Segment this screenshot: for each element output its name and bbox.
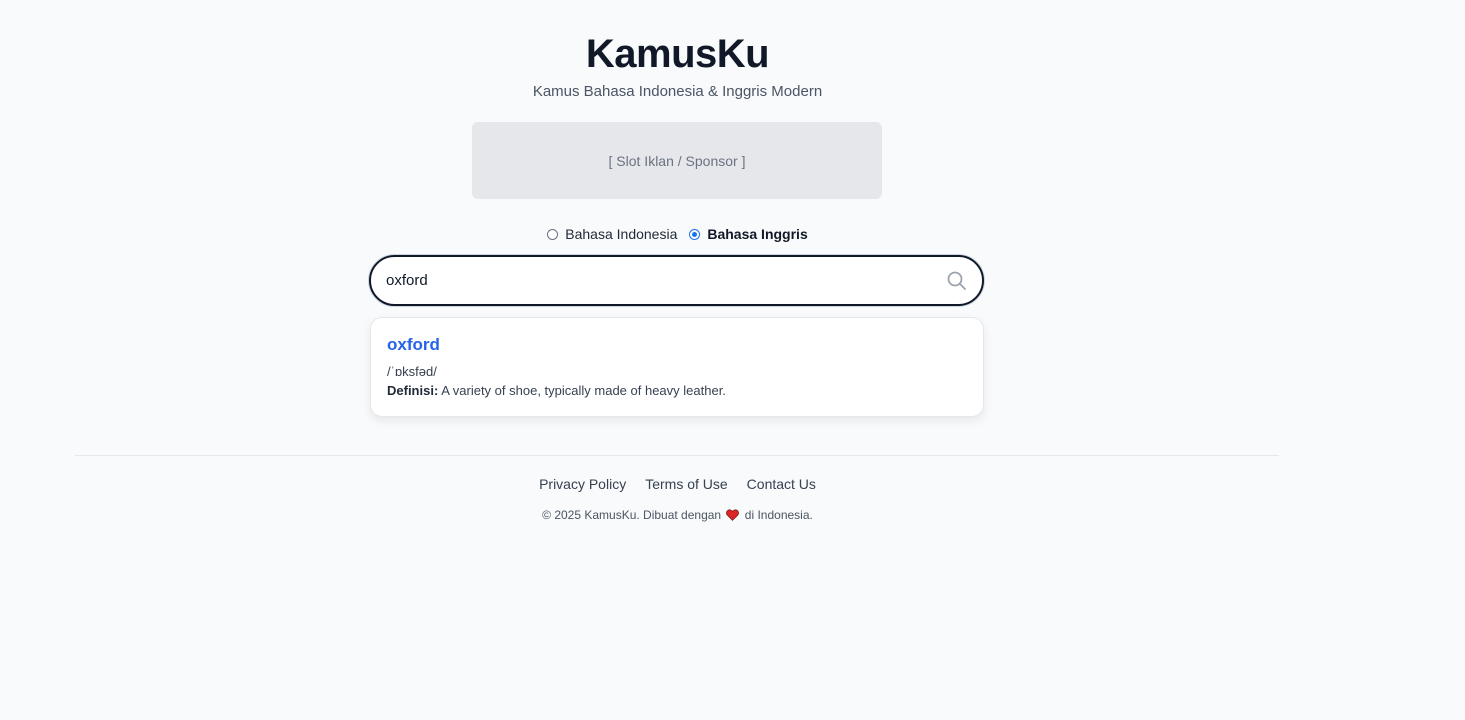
language-option-indonesia[interactable]: Bahasa Indonesia bbox=[547, 224, 677, 244]
radio-indonesia[interactable] bbox=[547, 228, 559, 240]
ad-slot-label: [ Slot Iklan / Sponsor ] bbox=[608, 152, 746, 169]
language-option-inggris[interactable]: Bahasa Inggris bbox=[689, 224, 808, 244]
language-label-indonesia: Bahasa Indonesia bbox=[565, 226, 678, 242]
copyright-text-after: di Indonesia. bbox=[744, 508, 813, 522]
search-results: oxford /ˈɒksfəd/ Definisi: A variety of … bbox=[370, 317, 984, 417]
header: KamusKu Kamus Bahasa Indonesia & Inggris… bbox=[0, 28, 1355, 102]
result-phonetic: /ˈɒksfəd/ bbox=[387, 364, 437, 379]
language-selector: Bahasa Indonesia Bahasa Inggris bbox=[0, 224, 1355, 244]
search-box bbox=[369, 255, 984, 306]
definition-text: A variety of shoe, typically made of hea… bbox=[441, 383, 726, 398]
privacy-policy-link[interactable]: Privacy Policy bbox=[539, 476, 626, 492]
definition-label: Definisi: bbox=[387, 383, 439, 398]
radio-inggris[interactable] bbox=[689, 228, 701, 240]
ad-slot: [ Slot Iklan / Sponsor ] bbox=[472, 122, 882, 199]
site-subtitle: Kamus Bahasa Indonesia & Inggris Modern bbox=[532, 83, 823, 100]
search-input[interactable] bbox=[386, 257, 926, 304]
copyright-text-before: © 2025 KamusKu. Dibuat dengan bbox=[542, 508, 722, 522]
result-definition: Definisi: A variety of shoe, typically m… bbox=[387, 383, 726, 398]
copyright: © 2025 KamusKu. Dibuat dengan di Indones… bbox=[0, 508, 1355, 522]
terms-of-use-link[interactable]: Terms of Use bbox=[645, 476, 727, 492]
result-word[interactable]: oxford bbox=[387, 335, 440, 355]
page: KamusKu Kamus Bahasa Indonesia & Inggris… bbox=[0, 0, 1465, 720]
footer-links: Privacy Policy Terms of Use Contact Us bbox=[0, 476, 1355, 492]
contact-us-link[interactable]: Contact Us bbox=[747, 476, 816, 492]
heart-icon bbox=[726, 509, 740, 521]
footer-divider bbox=[75, 455, 1279, 456]
search-icon[interactable] bbox=[946, 270, 968, 292]
site-title: KamusKu bbox=[585, 32, 770, 76]
language-label-inggris: Bahasa Inggris bbox=[707, 226, 808, 242]
